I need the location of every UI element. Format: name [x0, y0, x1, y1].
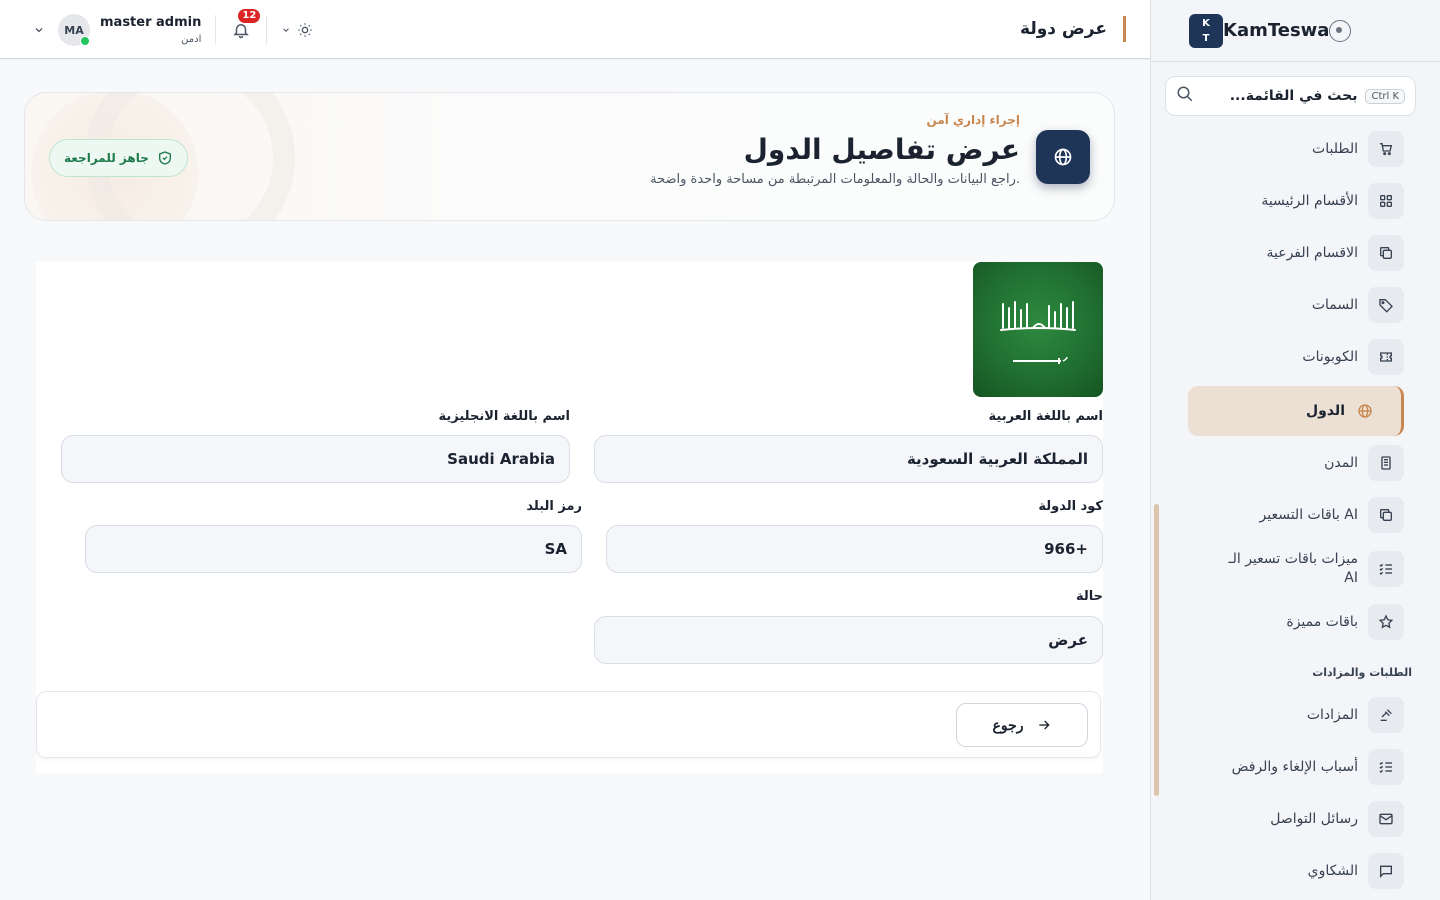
name-ar-label: اسم باللغة العربية	[988, 409, 1104, 424]
building-icon	[1368, 445, 1404, 481]
sidebar-item-label: المزادات	[1306, 706, 1358, 723]
sidebar-section-title: الطلبات والمزادات	[1312, 666, 1412, 679]
logo-letter-bottom: T	[1202, 32, 1210, 44]
shield-check-icon	[158, 151, 171, 165]
sidebar-item-label: الطلبات	[1312, 140, 1358, 157]
sidebar-item-label: الدول	[1306, 402, 1345, 419]
status-label: حالة	[1075, 589, 1103, 604]
country-code-field[interactable]: 966+	[606, 525, 1103, 573]
search-icon	[1176, 85, 1194, 107]
sidebar-item-countries[interactable]: الدول	[1188, 386, 1404, 436]
globe-icon	[1355, 393, 1375, 429]
page-title: عرض دولة	[1020, 16, 1126, 42]
sidebar-item-featured-plans[interactable]: باقات مميزة	[1188, 597, 1404, 647]
hero-globe-icon	[1036, 130, 1090, 184]
sun-icon	[298, 23, 313, 37]
back-button[interactable]: رجوع	[956, 703, 1088, 747]
hero-title: عرض تفاصيل الدول	[743, 133, 1020, 166]
user-name: master admin	[100, 15, 202, 30]
sidebar-scrollbar[interactable]	[1151, 124, 1159, 900]
user-role: ادمن	[181, 34, 202, 45]
sidebar-item-main-categories[interactable]: الأقسام الرئيسية	[1188, 176, 1404, 226]
status-badge-label: جاهز للمراجعة	[64, 151, 149, 165]
iso-code-label: رمز البلد	[526, 499, 582, 514]
status-field[interactable]: عرض	[594, 616, 1103, 664]
brand-logo[interactable]: K T	[1189, 13, 1223, 48]
list-check-icon	[1368, 749, 1404, 785]
sidebar-item-label: باقات مميزة	[1286, 613, 1358, 630]
gavel-icon	[1368, 697, 1404, 733]
form-actions-bar: رجوع	[36, 691, 1101, 758]
star-icon	[1368, 604, 1404, 640]
ticket-icon	[1368, 339, 1404, 375]
topbar-user-area: MA master admin ادمن 12	[30, 9, 313, 50]
country-flag-image	[973, 262, 1103, 397]
sidebar-item-label: ميزات باقات تسعير الـ AI	[1228, 551, 1358, 586]
flag-emblem	[1000, 301, 1076, 331]
notification-badge: 12	[238, 9, 261, 23]
sidebar-header: K T KamTeswa	[1151, 0, 1440, 62]
notifications-button[interactable]: 12	[230, 9, 261, 41]
logo-letter-top: K	[1202, 17, 1210, 29]
sidebar-item-ai-plan-features[interactable]: ميزات باقات تسعير الـ AI	[1188, 544, 1404, 594]
tag-icon	[1368, 287, 1404, 323]
iso-code-field[interactable]: SA	[85, 525, 582, 573]
sidebar-item-cities[interactable]: المدن	[1188, 438, 1404, 488]
sidebar-item-label: باقات التسعير AI	[1259, 506, 1358, 523]
message-icon	[1368, 853, 1404, 889]
sidebar-search-input[interactable]	[1202, 88, 1358, 104]
mail-icon	[1368, 801, 1404, 837]
copy-icon	[1368, 497, 1404, 533]
theme-toggle-button[interactable]	[281, 22, 313, 38]
arrow-right-icon	[1038, 720, 1050, 730]
sidebar-scrollbar-thumb[interactable]	[1154, 504, 1159, 796]
sidebar-item-label: رسائل التواصل	[1270, 810, 1358, 827]
sidebar-item-cancel-reasons[interactable]: أسباب الإلغاء والرفض	[1188, 742, 1404, 792]
avatar[interactable]: MA	[58, 14, 90, 46]
hero-subtitle: راجع البيانات والحالة والمعلومات المرتبط…	[650, 172, 1020, 187]
name-ar-field[interactable]: المملكة العربية السعودية	[594, 435, 1103, 483]
topbar-divider	[215, 15, 217, 45]
sidebar-item-complaints[interactable]: الشكاوي	[1188, 846, 1404, 896]
sidebar-item-label: السمات	[1311, 296, 1358, 313]
sidebar-item-label: المدن	[1324, 454, 1358, 471]
sidebar: K T KamTeswa Ctrl K الطلبات الأقسام الرئ…	[1150, 0, 1440, 900]
sidebar-item-auctions[interactable]: المزادات	[1188, 690, 1404, 740]
hero-kicker: إجراء إداري آمن	[926, 113, 1020, 127]
sidebar-item-label: أسباب الإلغاء والرفض	[1231, 758, 1358, 775]
copy-icon	[1368, 235, 1404, 271]
sidebar-item-label: الكوبونات	[1302, 348, 1358, 365]
sidebar-item-ai-pricing-plans[interactable]: باقات التسعير AI	[1188, 490, 1404, 540]
topbar: عرض دولة MA master admin ادمن 12	[0, 0, 1150, 59]
hero-text: إجراء إداري آمن عرض تفاصيل الدول راجع ال…	[650, 113, 1020, 187]
topbar-divider	[266, 15, 268, 45]
sidebar-toggle-icon[interactable]	[1329, 19, 1352, 42]
status-badge: جاهز للمراجعة	[49, 139, 188, 177]
name-en-label: اسم باللغة الانجليزية	[438, 409, 570, 424]
sidebar-item-coupons[interactable]: الكوبونات	[1188, 332, 1404, 382]
grid-icon	[1368, 183, 1404, 219]
flag-sword	[1013, 356, 1068, 364]
page-hero: إجراء إداري آمن عرض تفاصيل الدول راجع ال…	[24, 92, 1115, 221]
list-check-icon	[1368, 551, 1404, 587]
sidebar-item-orders[interactable]: الطلبات	[1188, 124, 1404, 174]
country-code-label: كود الدولة	[1038, 499, 1103, 514]
brand-name: KamTeswa	[1223, 20, 1330, 41]
search-shortcut-hint: Ctrl K	[1365, 88, 1405, 104]
chevron-down-icon	[283, 28, 290, 32]
sidebar-item-contact-messages[interactable]: رسائل التواصل	[1188, 794, 1404, 844]
sidebar-item-attributes[interactable]: السمات	[1188, 280, 1404, 330]
sidebar-search[interactable]: Ctrl K	[1165, 76, 1416, 116]
cart-icon	[1368, 131, 1404, 167]
sidebar-item-label: الشكاوي	[1307, 862, 1358, 879]
user-menu-chevron-down-icon[interactable]	[30, 21, 48, 39]
sidebar-item-label: الاقسام الفرعية	[1266, 244, 1359, 261]
sidebar-item-label: الأقسام الرئيسية	[1261, 192, 1358, 209]
name-en-field[interactable]: Saudi Arabia	[61, 435, 570, 483]
country-details-card: اسم باللغة العربية المملكة العربية السعو…	[36, 262, 1103, 773]
sidebar-item-sub-categories[interactable]: الاقسام الفرعية	[1188, 228, 1404, 278]
user-info[interactable]: master admin ادمن	[100, 15, 201, 45]
bell-icon	[233, 24, 250, 39]
back-button-label: رجوع	[992, 716, 1024, 733]
